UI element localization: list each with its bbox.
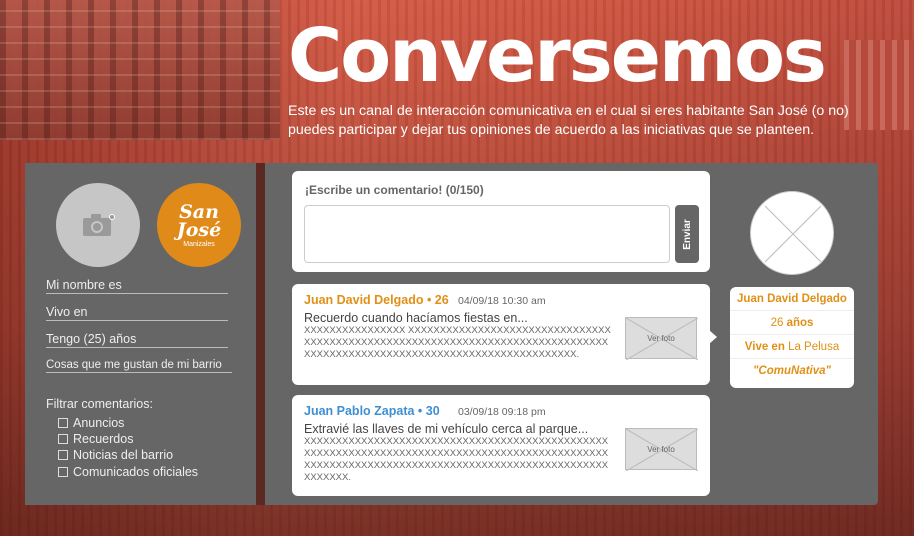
comment-body: XXXXXXXXXXXXXXXX XXXXXXXXXXXXXXXXXXXXXXX… (304, 325, 611, 360)
composer-label: ¡Escribe un comentario! (0/150) (305, 183, 484, 197)
send-button[interactable]: Enviar (675, 205, 699, 263)
profile-tag: "ComuNativa" (752, 365, 831, 377)
comment-date: 04/09/18 10:30 am (458, 295, 546, 307)
checkbox-icon[interactable] (58, 450, 68, 460)
photo-label: Ver foto (647, 333, 675, 343)
lives-field[interactable]: Vivo en (46, 305, 228, 321)
page-subtitle: Este es un canal de interacción comunica… (288, 103, 849, 138)
comment-lead: Recuerdo cuando hacíamos fiestas en... (304, 311, 528, 325)
age-field[interactable]: Tengo (25) años (46, 332, 228, 348)
card-pointer (709, 330, 717, 344)
profile-location: Vive en La Pelusa (730, 335, 854, 359)
photo-thumbnail[interactable]: Ver foto (625, 317, 698, 360)
san-jose-logo: San José Manizales (157, 183, 241, 267)
filter-label: Noticias del barrio (73, 448, 174, 462)
profile-card: Juan David Delgado 26 años Vive en La Pe… (730, 287, 854, 388)
page-title: Conversemos (288, 13, 827, 99)
checkbox-icon[interactable] (58, 467, 68, 477)
filter-recuerdos[interactable]: Recuerdos (58, 432, 133, 446)
comment-lead: Extravié las llaves de mi vehículo cerca… (304, 422, 589, 436)
profile-avatar (750, 191, 834, 275)
filter-comunicados[interactable]: Comunicados oficiales (58, 465, 198, 479)
comment-card[interactable]: Juan Pablo Zapata • 30 03/09/18 09:18 pm… (292, 395, 710, 496)
avatar-placeholder-icon (764, 205, 822, 263)
comment-composer: ¡Escribe un comentario! (0/150) Enviar (292, 171, 710, 272)
filter-label: Recuerdos (73, 432, 134, 446)
checkbox-icon[interactable] (58, 434, 68, 444)
filter-noticias[interactable]: Noticias del barrio (58, 448, 173, 462)
comment-card[interactable]: Juan David Delgado • 26 04/09/18 10:30 a… (292, 284, 710, 385)
checkbox-icon[interactable] (58, 418, 68, 428)
likes-field[interactable]: Cosas que me gustan de mi barrio (46, 359, 232, 373)
comment-author[interactable]: Juan David Delgado • 26 (304, 293, 449, 307)
photo-thumbnail[interactable]: Ver foto (625, 428, 698, 471)
filter-label: Comunicados oficiales (73, 465, 199, 479)
profile-name: Juan David Delgado (730, 287, 854, 311)
comment-textarea[interactable] (304, 205, 670, 263)
name-field[interactable]: Mi nombre es (46, 278, 228, 294)
filter-title: Filtrar comentarios: (46, 397, 153, 411)
profile-age: 26 años (730, 311, 854, 335)
filter-label: Anuncios (73, 416, 125, 430)
camera-icon (83, 214, 115, 236)
filter-anuncios[interactable]: Anuncios (58, 416, 124, 430)
comment-body: XXXXXXXXXXXXXXXXXXXXXXXXXXXXXXXXXXXXXXXX… (304, 436, 609, 483)
background-houses (0, 0, 280, 140)
comment-date: 03/09/18 09:18 pm (458, 406, 546, 418)
photo-label: Ver foto (647, 444, 675, 454)
comment-author[interactable]: Juan Pablo Zapata • 30 (304, 404, 440, 418)
upload-photo-button[interactable] (56, 183, 140, 267)
